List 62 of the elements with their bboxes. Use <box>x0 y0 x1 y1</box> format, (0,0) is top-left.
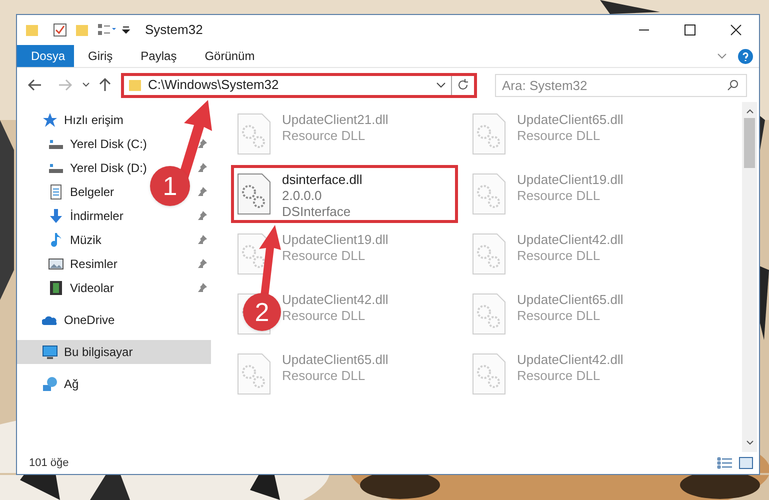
file-detail: Resource DLL <box>517 188 602 204</box>
file-detail: Resource DLL <box>517 308 602 324</box>
address-path: C:\Windows\System32 <box>148 76 279 94</box>
settings-file-icon <box>471 172 507 216</box>
star-icon <box>42 112 58 128</box>
settings-file-icon <box>471 292 507 336</box>
settings-file-icon <box>236 172 272 216</box>
document-icon <box>48 184 64 200</box>
file-detail: Resource DLL <box>517 368 602 384</box>
nav-label: Bu bilgisayar <box>64 344 133 361</box>
search-field[interactable]: Ara: System32 <box>495 74 747 96</box>
refresh-icon[interactable] <box>456 78 470 92</box>
ribbon-tab[interactable]: Dosya <box>17 45 74 67</box>
nav-label[interactable]: Müzik <box>70 231 102 249</box>
file-detail: Resource DLL <box>517 248 602 264</box>
details-view-icon[interactable] <box>717 457 733 469</box>
scrollbar[interactable] <box>742 102 757 452</box>
ribbon-tab[interactable]: Paylaş <box>126 45 191 67</box>
file-detail: Resource DLL <box>517 128 602 144</box>
file-detail: Resource DLL <box>282 248 366 264</box>
nav-label[interactable]: Resimler <box>70 255 118 273</box>
file-detail: 2.0.0.0 <box>282 188 323 204</box>
computer-icon <box>42 344 58 360</box>
nav-label[interactable]: İndirmeler <box>70 207 124 225</box>
file-detail: Resource DLL <box>282 128 366 144</box>
search-icon <box>727 78 739 90</box>
file-detail: Resource DLL <box>282 308 366 324</box>
scrollbar-thumb[interactable] <box>744 118 755 168</box>
large-icons-view-icon[interactable] <box>739 457 753 469</box>
help-icon[interactable] <box>738 48 753 64</box>
file-name[interactable]: dsinterface.dll <box>282 172 362 188</box>
window-title: System32 <box>145 21 203 40</box>
nav-label[interactable]: OneDrive <box>64 311 115 329</box>
nav-label[interactable]: Yerel Disk (C:) <box>70 135 147 153</box>
nav-label[interactable]: Belgeler <box>70 183 114 201</box>
folder-icon <box>128 78 142 92</box>
settings-file-icon <box>236 112 272 156</box>
item-count: 101 öğe <box>29 456 70 471</box>
caret-icon[interactable] <box>121 25 131 35</box>
file-detail: DSInterface <box>282 204 352 220</box>
settings-file-icon <box>471 112 507 156</box>
properties-icon[interactable] <box>53 23 67 37</box>
download-arrow-icon <box>48 208 64 224</box>
nav-label[interactable]: Ağ <box>64 375 79 393</box>
file-item[interactable]: dsinterface.dll 2.0.0.0 DSInterface <box>231 165 458 223</box>
nav-item[interactable]: Bu bilgisayar <box>17 340 211 364</box>
network-icon <box>42 376 58 392</box>
up-arrow-icon[interactable] <box>97 77 113 93</box>
nav-label[interactable]: Yerel Disk (D:) <box>70 159 147 177</box>
view-options-icon[interactable] <box>97 23 117 37</box>
nav-label[interactable]: Videolar <box>70 279 114 297</box>
nav-label[interactable]: Hızlı erişim <box>64 111 124 129</box>
settings-file-icon <box>471 352 507 396</box>
file-detail: Resource DLL <box>282 368 366 384</box>
settings-file-icon <box>471 232 507 276</box>
back-arrow-icon[interactable] <box>27 77 43 93</box>
pictures-icon <box>48 256 64 272</box>
ribbon-tab[interactable]: Görünüm <box>190 45 269 67</box>
address-bar[interactable]: C:\Windows\System32 <box>121 72 477 98</box>
ribbon-tab[interactable]: Giriş <box>74 45 127 67</box>
film-icon <box>48 280 64 296</box>
settings-file-icon <box>236 352 272 396</box>
